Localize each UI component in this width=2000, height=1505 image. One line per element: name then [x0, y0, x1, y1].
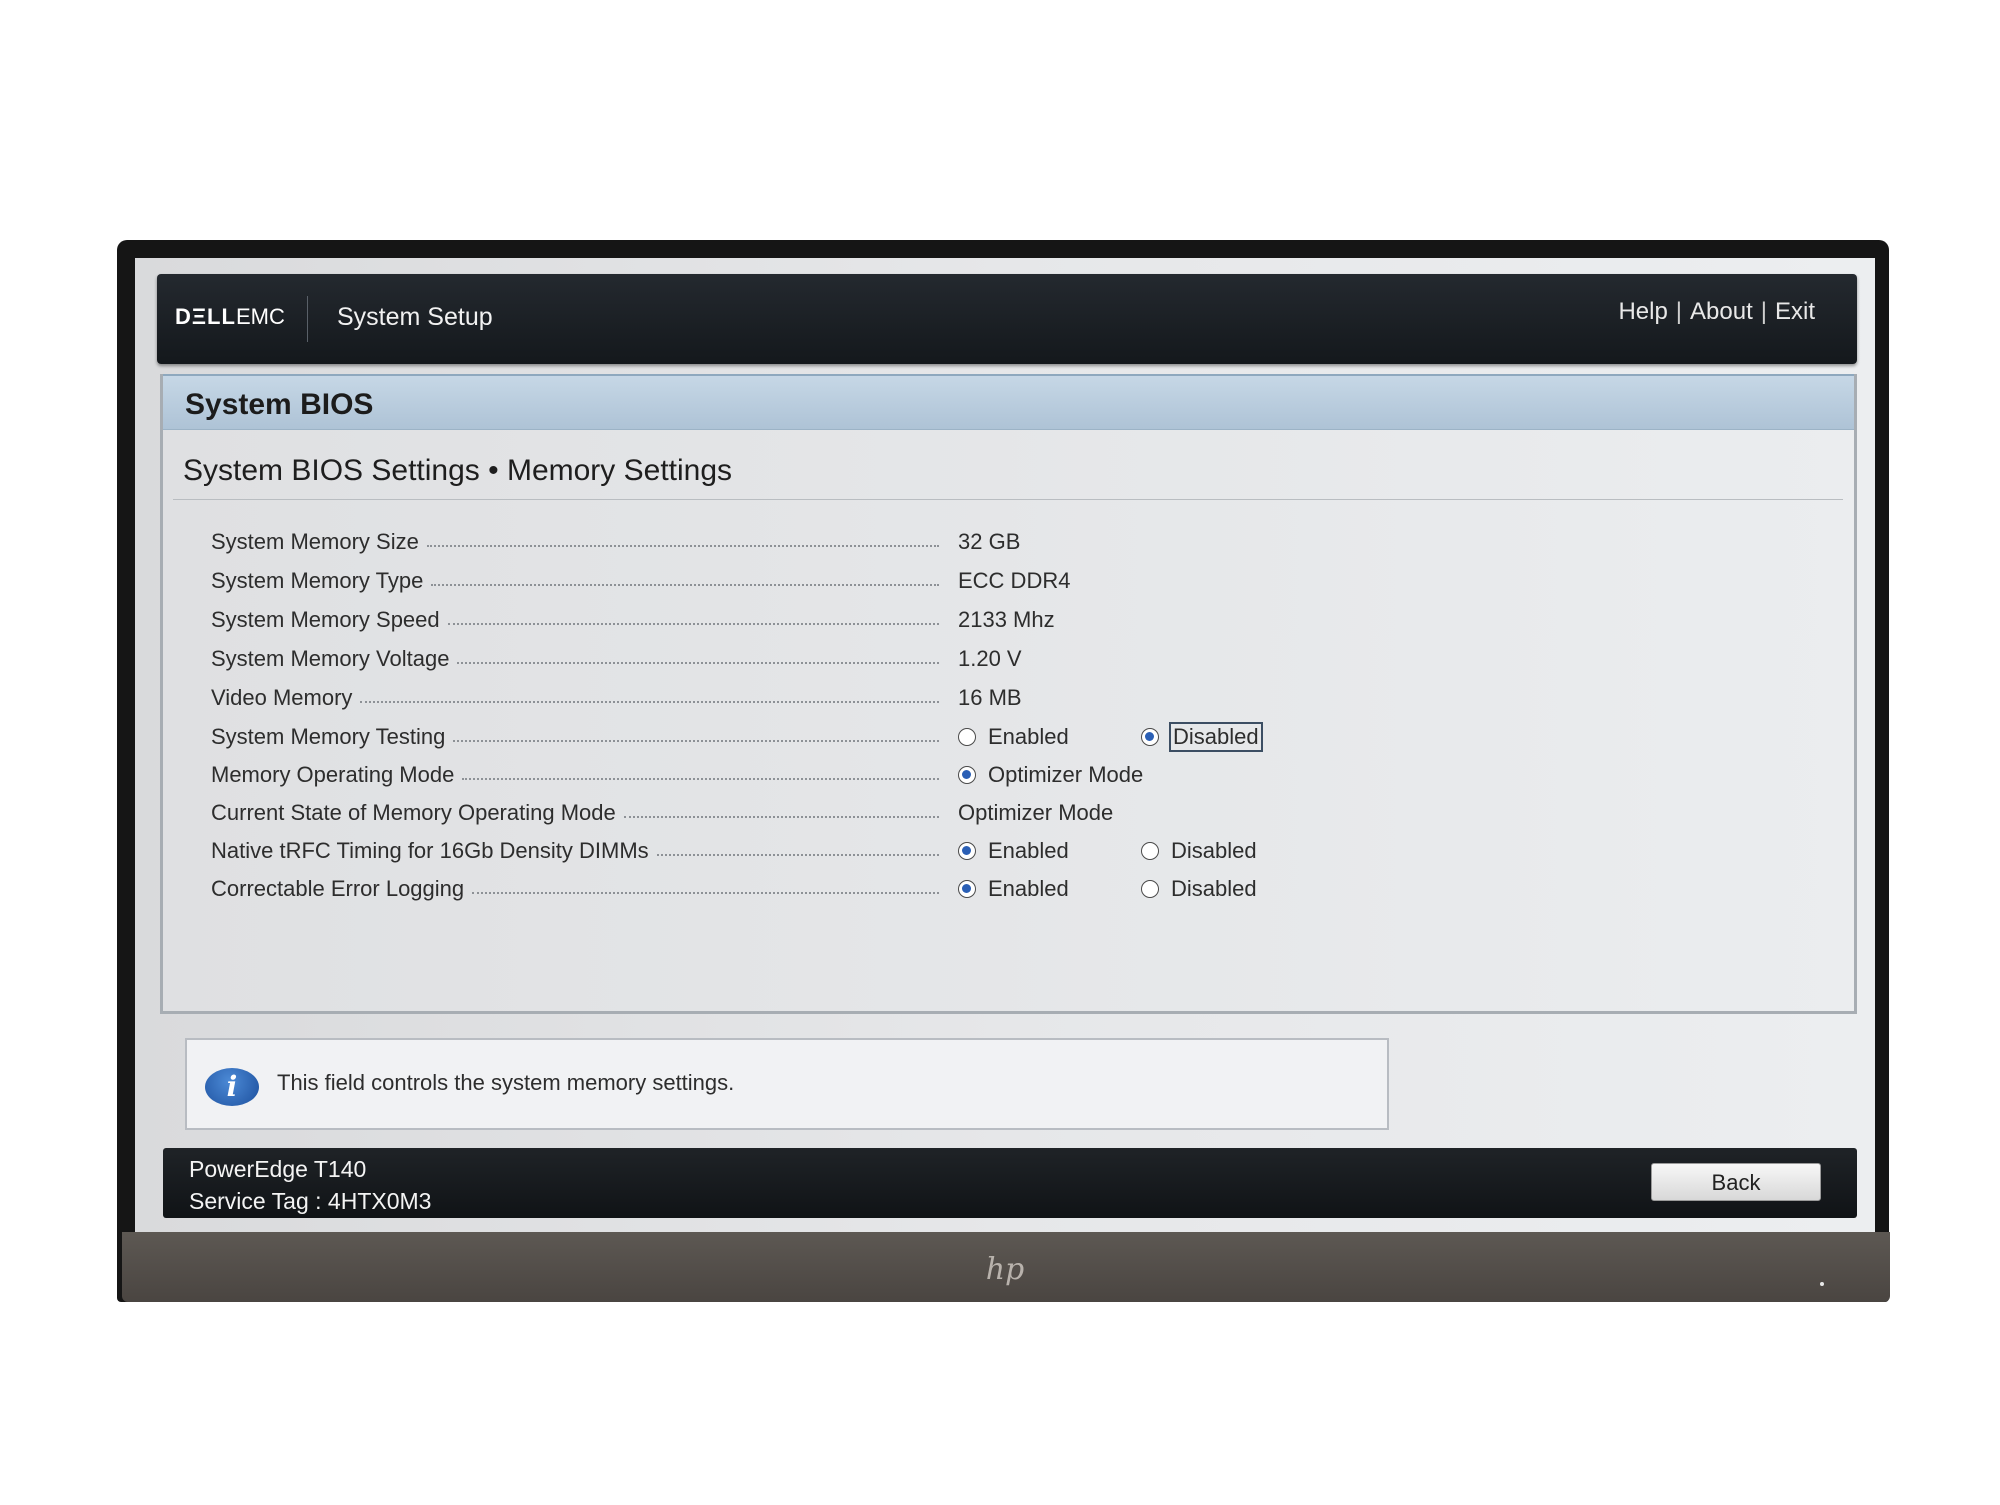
setting-row-native-trfc: Native tRFC Timing for 16Gb Density DIMM…	[163, 833, 1854, 869]
setting-label: Correctable Error Logging	[211, 873, 939, 905]
leader-dots	[472, 892, 939, 894]
setting-label: System Memory Type	[211, 565, 939, 597]
setting-label: Current State of Memory Operating Mode	[211, 797, 939, 829]
setting-label: System Memory Size	[211, 526, 939, 558]
setting-row-current-operating-mode: Current State of Memory Operating Mode O…	[163, 795, 1854, 831]
setting-label: Memory Operating Mode	[211, 759, 939, 791]
footer-bar: PowerEdge T140 Service Tag : 4HTX0M3 Bac…	[163, 1148, 1857, 1218]
radio-checked-icon	[1141, 728, 1159, 746]
setting-value: 2133 Mhz	[958, 607, 1055, 632]
dell-emc-logo: DΞLLEMC	[175, 304, 285, 329]
setting-label: System Memory Speed	[211, 604, 939, 636]
setting-row-operating-mode: Memory Operating Mode Optimizer Mode	[163, 757, 1854, 793]
radio-memory-testing-enabled[interactable]: Enabled	[958, 721, 1071, 753]
setting-row-memory-testing: System Memory Testing Enabled Disabled	[163, 719, 1854, 755]
power-led	[1820, 1282, 1824, 1286]
radio-native-trfc-disabled[interactable]: Disabled	[1141, 835, 1259, 867]
system-model: PowerEdge T140	[189, 1156, 367, 1182]
radio-optimizer-mode[interactable]: Optimizer Mode	[958, 759, 1145, 791]
setting-value: Optimizer Mode	[958, 800, 1114, 825]
radio-checked-icon	[958, 842, 976, 860]
help-info-box: i This field controls the system memory …	[185, 1038, 1389, 1130]
setting-value: 16 MB	[958, 685, 1022, 710]
about-link[interactable]: About	[1690, 298, 1753, 325]
panel-header: System BIOS	[163, 374, 1854, 430]
settings-panel: System BIOS System BIOS Settings • Memor…	[160, 374, 1857, 1014]
panel-title: System BIOS	[185, 388, 374, 421]
setting-row-memory-type: System Memory Type ECC DDR4	[163, 563, 1854, 599]
setting-value: ECC DDR4	[958, 568, 1071, 593]
info-icon: i	[205, 1068, 259, 1106]
leader-dots	[453, 740, 939, 742]
hp-logo: hp	[985, 1252, 1025, 1287]
leader-dots	[447, 623, 939, 625]
radio-error-logging-disabled[interactable]: Disabled	[1141, 873, 1259, 905]
exit-link[interactable]: Exit	[1775, 298, 1815, 325]
header-links: Help | About | Exit	[1618, 298, 1815, 325]
radio-unchecked-icon	[1141, 880, 1159, 898]
setting-row-memory-voltage: System Memory Voltage 1.20 V	[163, 641, 1854, 677]
setting-row-video-memory: Video Memory 16 MB	[163, 680, 1854, 716]
leader-dots	[462, 778, 939, 780]
radio-memory-testing-disabled[interactable]: Disabled	[1141, 721, 1263, 753]
leader-dots	[623, 816, 939, 818]
setting-label: Native tRFC Timing for 16Gb Density DIMM…	[211, 835, 939, 867]
setting-label: Video Memory	[211, 682, 939, 714]
help-link[interactable]: Help	[1618, 298, 1667, 325]
leader-dots	[360, 701, 939, 703]
setting-row-error-logging: Correctable Error Logging Enabled Disabl…	[163, 871, 1854, 907]
bios-screen: DΞLLEMC System Setup Help | About | Exit Sys…	[135, 258, 1875, 1232]
app-title: System Setup	[337, 303, 493, 331]
radio-error-logging-enabled[interactable]: Enabled	[958, 873, 1071, 905]
radio-native-trfc-enabled[interactable]: Enabled	[958, 835, 1071, 867]
setting-row-memory-size: System Memory Size 32 GB	[163, 524, 1854, 560]
leader-dots	[426, 545, 939, 547]
service-tag: Service Tag : 4HTX0M3	[189, 1188, 432, 1214]
leader-dots	[457, 662, 939, 664]
setting-label: System Memory Testing	[211, 721, 939, 753]
setting-value: 32 GB	[958, 529, 1021, 554]
radio-unchecked-icon	[958, 728, 976, 746]
setting-value: 1.20 V	[958, 646, 1022, 671]
leader-dots	[656, 854, 939, 856]
leader-dots	[431, 584, 939, 586]
header-bar: DΞLLEMC System Setup Help | About | Exit	[157, 274, 1857, 364]
header-divider	[307, 296, 308, 342]
radio-unchecked-icon	[1141, 842, 1159, 860]
back-button[interactable]: Back	[1651, 1163, 1821, 1201]
setting-label: System Memory Voltage	[211, 643, 939, 675]
section-divider	[173, 499, 1843, 500]
setting-row-memory-speed: System Memory Speed 2133 Mhz	[163, 602, 1854, 638]
radio-checked-icon	[958, 880, 976, 898]
section-title: System BIOS Settings • Memory Settings	[183, 454, 733, 487]
help-text: This field controls the system memory se…	[277, 1070, 735, 1095]
radio-checked-icon	[958, 766, 976, 784]
